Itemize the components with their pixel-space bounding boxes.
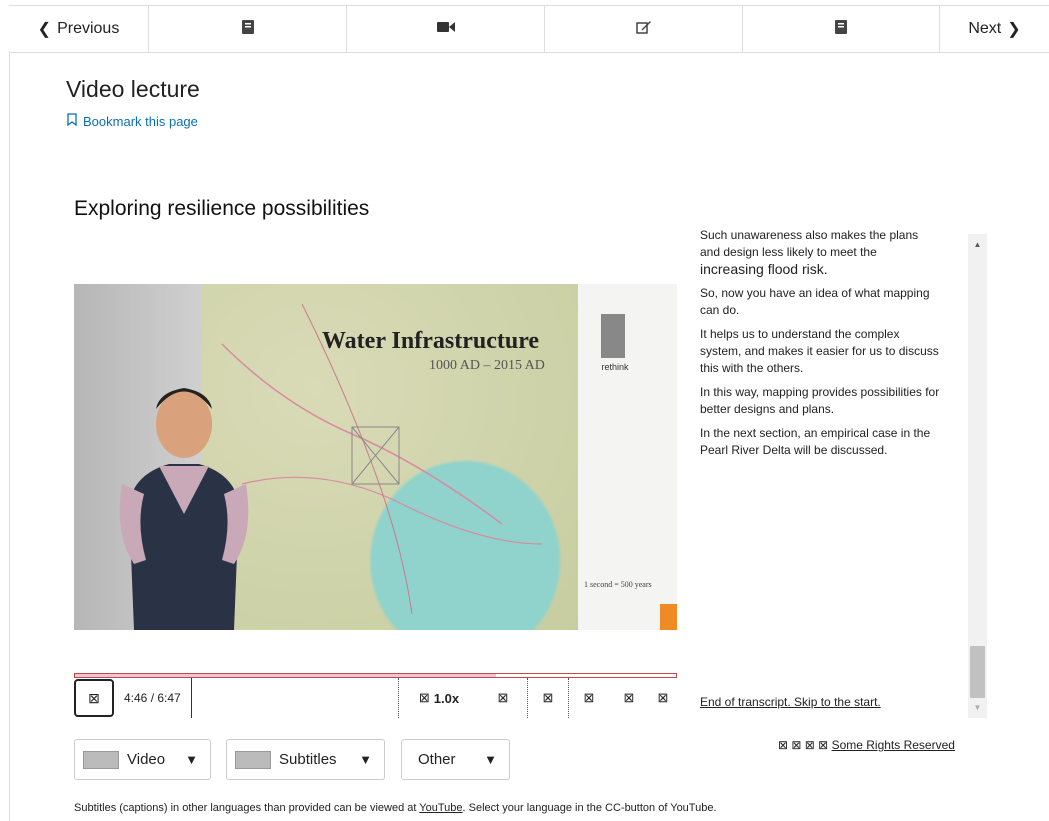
section-title: Exploring resilience possibilities	[74, 197, 370, 220]
transcript-line[interactable]: Such unawareness also makes the plans an…	[700, 230, 940, 261]
lecturer	[114, 364, 254, 630]
edit-icon	[635, 20, 652, 39]
youtube-link[interactable]: YouTube	[419, 802, 462, 814]
book-icon	[241, 19, 254, 39]
other-dropdown-label: Other	[418, 751, 456, 768]
transcript-line[interactable]: In this way, mapping provides possibilit…	[700, 384, 940, 418]
next-label: Next	[968, 20, 1002, 37]
fullscreen-icon: ⊠	[657, 690, 669, 705]
captions-icon: ⊠	[583, 690, 595, 705]
transcript-icon: ⊠	[623, 690, 635, 705]
chevron-left-icon: ❮	[37, 21, 52, 38]
settings-button[interactable]: ⊠	[527, 678, 568, 718]
bookmark-icon	[67, 113, 77, 129]
chevron-right-icon: ❯	[1007, 21, 1021, 38]
speed-label: 1.0x	[433, 690, 460, 706]
svg-text:rethink: rethink	[601, 362, 629, 372]
previous-label: Previous	[57, 20, 120, 37]
skip-to-start-link[interactable]: End of transcript. Skip to the start.	[700, 695, 881, 709]
caret-down-icon: ▼	[484, 752, 497, 767]
scroll-thumb[interactable]	[970, 646, 985, 698]
page-title: Video lecture	[66, 76, 200, 102]
license-link[interactable]: Some Rights Reserved	[832, 738, 955, 752]
video-progress-fill	[75, 674, 496, 677]
transcript-panel[interactable]: Such unawareness also makes the plans an…	[700, 230, 940, 720]
transcript-line[interactable]: In the next section, an empirical case i…	[700, 425, 940, 459]
slide-orange-bar	[660, 604, 677, 630]
book-icon	[835, 19, 847, 39]
tab-video[interactable]	[347, 6, 545, 52]
license-icons: ⊠ ⊠ ⊠ ⊠	[778, 738, 832, 752]
transcript-line[interactable]: increasing flood risk.	[700, 261, 940, 278]
caret-down-icon: ▼	[185, 752, 198, 767]
tab-reading-2[interactable]	[743, 6, 940, 52]
transcript-line[interactable]: So, now you have an idea of what mapping…	[700, 285, 940, 319]
video-dropdown-label: Video	[127, 751, 166, 768]
time-display: 4:46 / 6:47	[114, 678, 192, 718]
other-dropdown[interactable]: Other ▼	[401, 739, 510, 780]
slide-scale-text: 1 second = 500 years	[584, 580, 652, 589]
tab-reading-1[interactable]	[149, 6, 347, 52]
caret-down-icon: ▼	[359, 752, 372, 767]
volume-button[interactable]: ⊠	[479, 678, 527, 718]
scroll-up-arrow-icon[interactable]: ▲	[968, 240, 987, 249]
speed-button[interactable]: ⊠ 1.0x	[398, 678, 479, 718]
video-download-dropdown[interactable]: Video ▼	[74, 739, 211, 780]
slide-title: Water Infrastructure	[322, 328, 540, 354]
next-button[interactable]: Next ❯	[940, 6, 1049, 52]
transcript-scrollbar[interactable]: ▲ ▼	[968, 234, 987, 718]
subtitles-dropdown[interactable]: Subtitles ▼	[226, 739, 385, 780]
transcript-button[interactable]: ⊠	[609, 678, 649, 718]
play-button[interactable]: ⊠	[74, 679, 114, 717]
subtitles-icon	[235, 750, 271, 769]
rethink-the-city-logo: rethink	[595, 314, 635, 374]
license-notice[interactable]: ⊠ ⊠ ⊠ ⊠ Some Rights Reserved	[778, 738, 955, 752]
subtitles-footnote: Subtitles (captions) in other languages …	[74, 802, 717, 814]
bookmark-label: Bookmark this page	[83, 113, 198, 129]
scroll-down-arrow-icon[interactable]: ▼	[968, 703, 987, 712]
film-icon	[83, 750, 119, 769]
captions-button[interactable]: ⊠	[568, 678, 609, 718]
previous-button[interactable]: ❮ Previous	[9, 6, 149, 52]
video-player[interactable]: Water Infrastructure 1000 AD – 2015 AD r…	[74, 284, 677, 630]
volume-icon: ⊠	[497, 690, 509, 705]
footnote-text-end: . Select your language in the CC-button …	[462, 802, 717, 814]
content-border	[9, 51, 10, 821]
video-camera-icon	[436, 20, 455, 38]
footnote-text: Subtitles (captions) in other languages …	[74, 802, 420, 814]
tab-assignment[interactable]	[545, 6, 743, 52]
transcript-line[interactable]: It helps us to understand the complex sy…	[700, 326, 940, 377]
sequence-nav: ❮ Previous Next ❯	[9, 5, 1049, 53]
video-controls: ⊠ 4:46 / 6:47 ⊠ 1.0x ⊠ ⊠ ⊠ ⊠ ⊠	[74, 678, 677, 718]
slide-subtitle: 1000 AD – 2015 AD	[429, 358, 545, 373]
settings-icon: ⊠	[542, 690, 554, 705]
subtitles-dropdown-label: Subtitles	[279, 751, 337, 768]
fullscreen-button[interactable]: ⊠	[649, 678, 677, 718]
speed-icon: ⊠	[418, 690, 430, 705]
play-icon: ⊠	[88, 689, 100, 706]
bookmark-button[interactable]: Bookmark this page	[67, 113, 198, 129]
